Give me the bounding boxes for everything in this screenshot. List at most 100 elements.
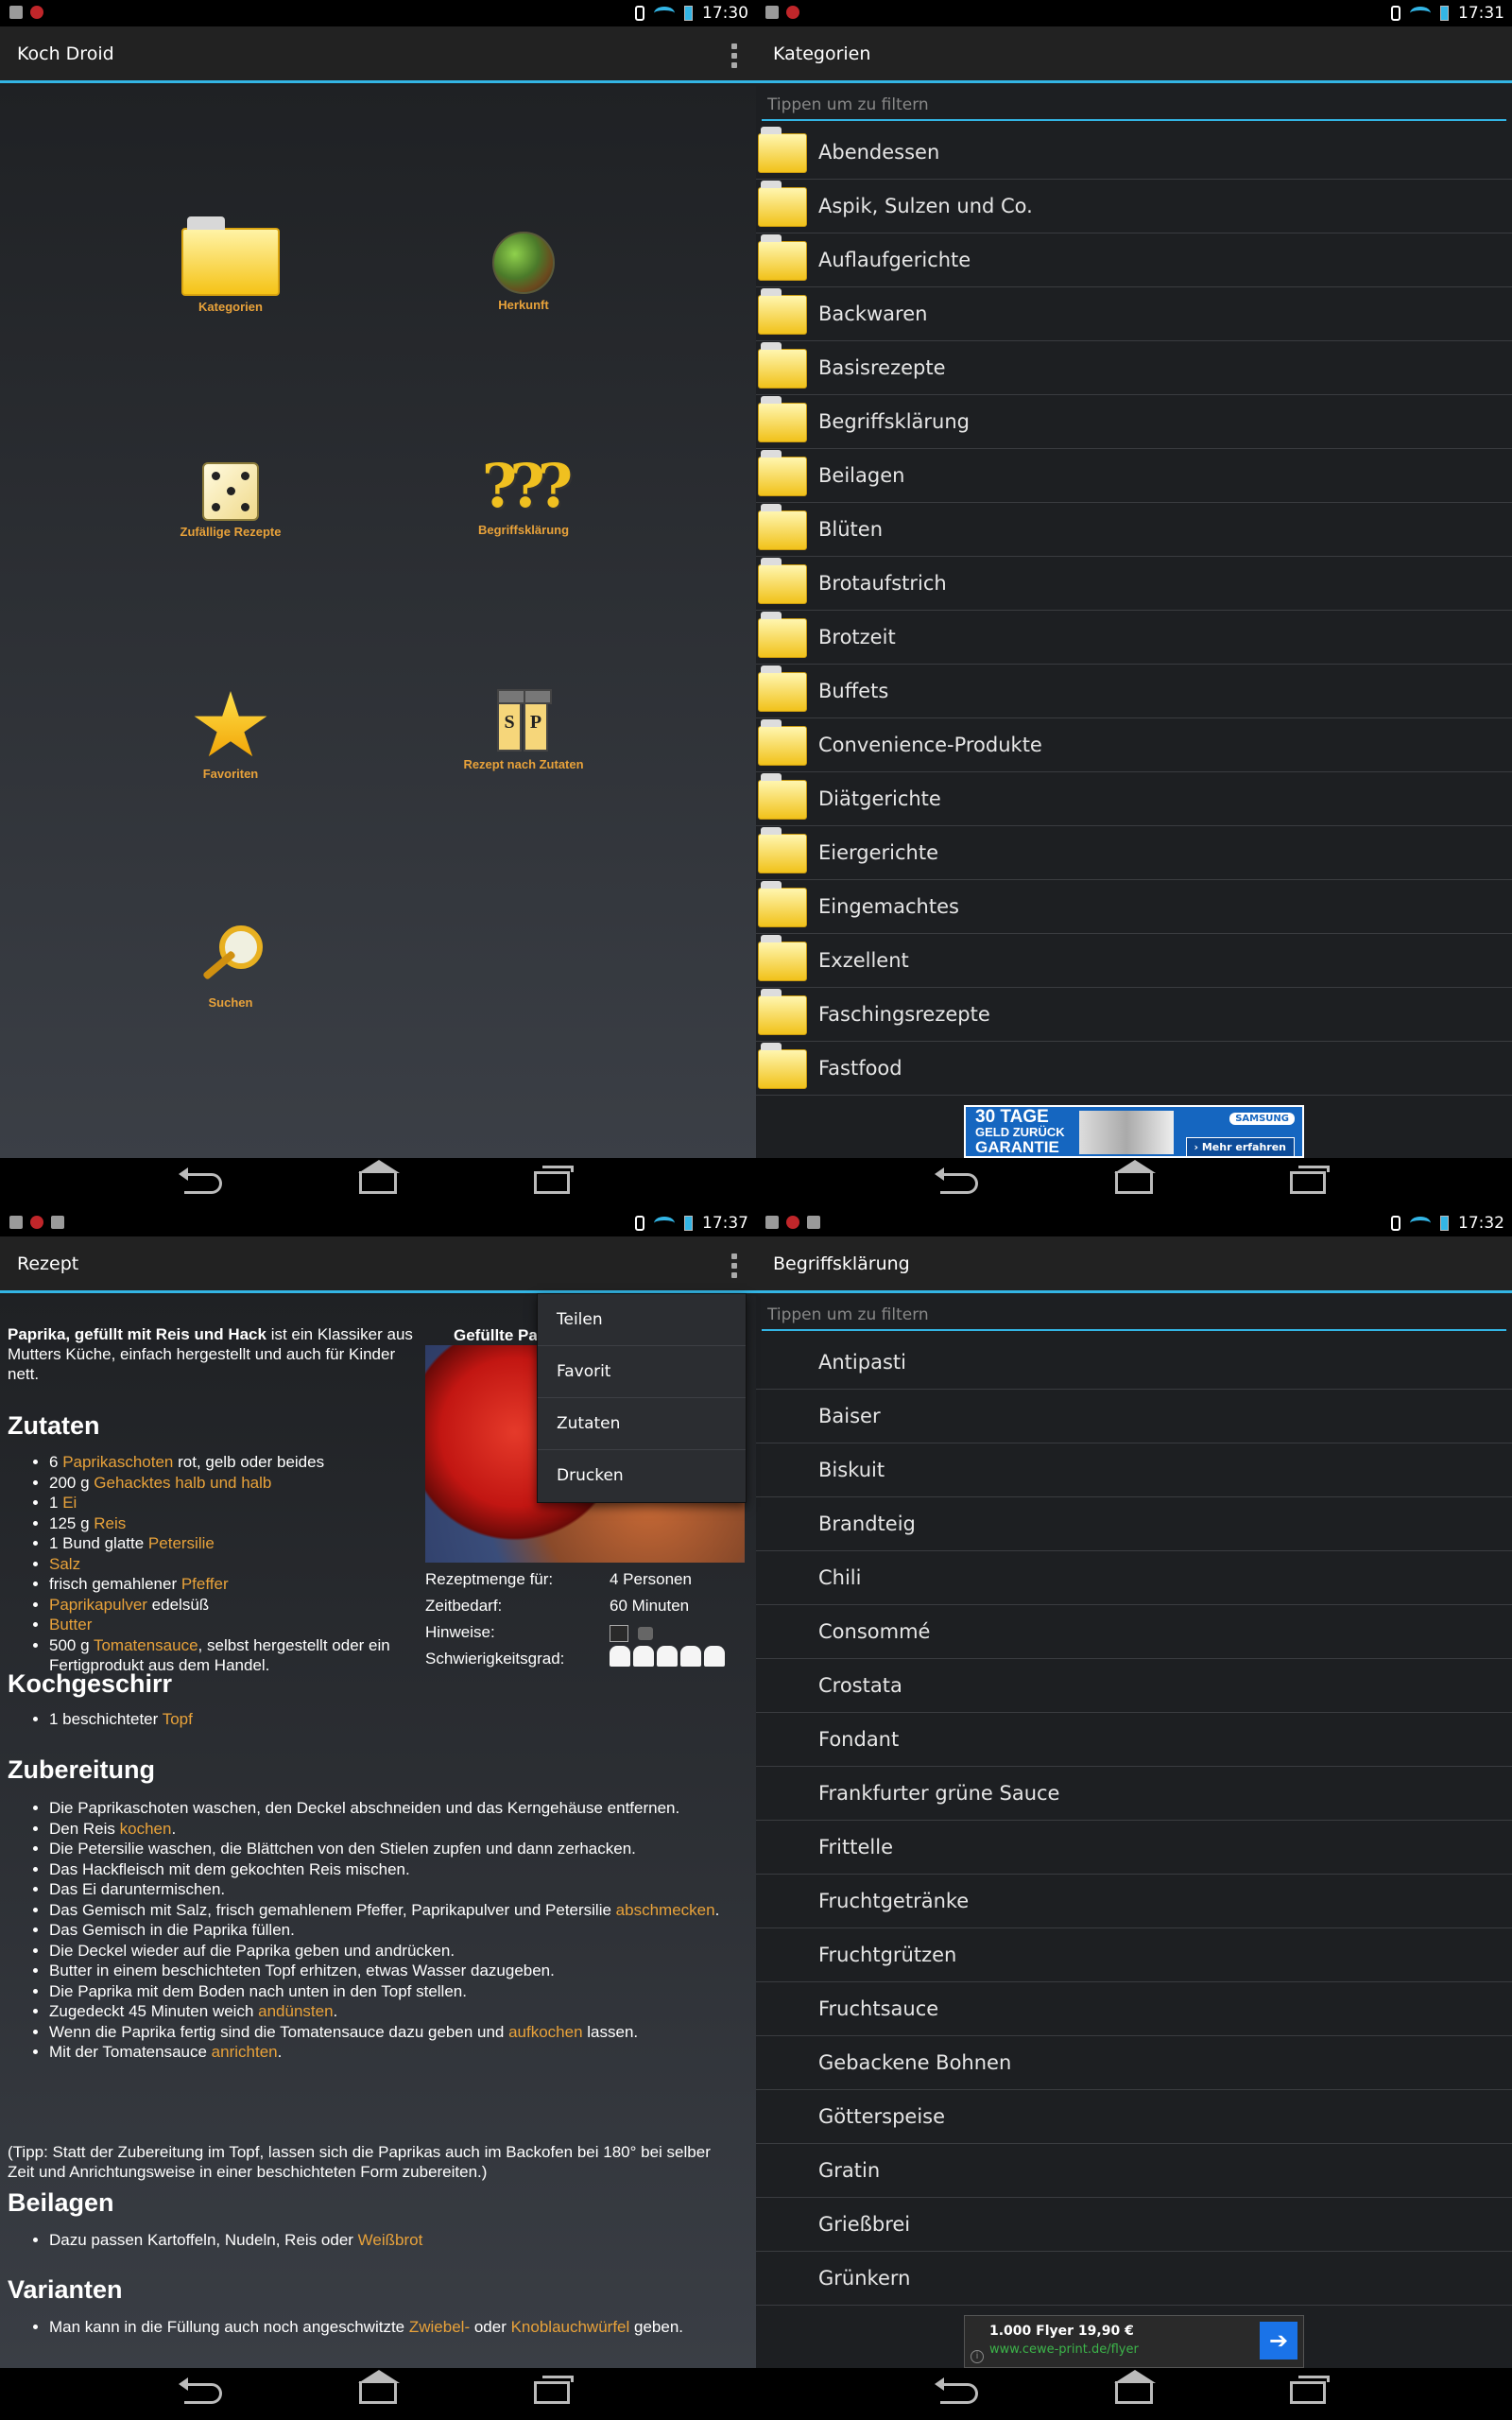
recipe-link[interactable]: Ei	[62, 1494, 77, 1512]
list-item[interactable]: Fondant	[756, 1713, 1512, 1767]
ad-arrow-icon[interactable]: ➔	[1260, 2322, 1297, 2360]
back-icon[interactable]	[935, 2377, 978, 2404]
home-icon[interactable]	[358, 1160, 400, 1194]
filter-field[interactable]	[762, 91, 1506, 121]
recent-apps-icon[interactable]	[534, 1166, 574, 1194]
list-item[interactable]: Frittelle	[756, 1821, 1512, 1875]
list-item[interactable]: Backwaren	[756, 287, 1512, 341]
list-item[interactable]: Chili	[756, 1551, 1512, 1605]
list-item[interactable]: Exzellent	[756, 934, 1512, 988]
ad-brand: SAMSUNG	[1229, 1113, 1295, 1125]
overflow-menu: Teilen Favorit Zutaten Drucken	[537, 1293, 747, 1503]
list-item[interactable]: Fruchtsauce	[756, 1982, 1512, 2036]
tile-kategorien[interactable]: Kategorien	[136, 216, 325, 314]
list-item[interactable]: Antipasti	[756, 1336, 1512, 1390]
list-item[interactable]: Crostata	[756, 1659, 1512, 1713]
recipe-link[interactable]: Reis	[94, 1514, 126, 1532]
list-item[interactable]: Begriffsklärung	[756, 395, 1512, 449]
list-item[interactable]: Diätgerichte	[756, 772, 1512, 826]
recent-apps-icon[interactable]	[1290, 1166, 1330, 1194]
list-item[interactable]: Basisrezepte	[756, 341, 1512, 395]
list-item[interactable]: Brotaufstrich	[756, 557, 1512, 611]
heading-zubereitung: Zubereitung	[8, 1755, 155, 1784]
back-icon[interactable]	[179, 2377, 222, 2404]
recipe-link[interactable]: Butter	[49, 1616, 92, 1634]
recipe-link[interactable]: Topf	[163, 1710, 193, 1728]
home-icon[interactable]	[1114, 2370, 1156, 2404]
menu-item-zutaten[interactable]: Zutaten	[538, 1398, 746, 1450]
list-item[interactable]: Beilagen	[756, 449, 1512, 503]
tile-zufaellige-rezepte[interactable]: Zufällige Rezepte	[136, 462, 325, 539]
recipe-link[interactable]: Salz	[49, 1555, 80, 1573]
list-item[interactable]: Aspik, Sulzen und Co.	[756, 180, 1512, 233]
menu-item-drucken[interactable]: Drucken	[538, 1450, 746, 1502]
list-item[interactable]: Blüten	[756, 503, 1512, 557]
back-icon[interactable]	[179, 1167, 222, 1194]
recipe-link[interactable]: anrichten	[212, 2043, 278, 2061]
recipe-link[interactable]: abschmecken	[616, 1901, 715, 1919]
list-item[interactable]: Auflaufgerichte	[756, 233, 1512, 287]
overflow-menu-icon[interactable]	[731, 43, 737, 68]
battery-icon	[1440, 1216, 1449, 1231]
list-item[interactable]: Gebackene Bohnen	[756, 2036, 1512, 2090]
menu-item-favorit[interactable]: Favorit	[538, 1346, 746, 1398]
cookware-list: 1 beschichteter Topf	[49, 1709, 711, 1730]
advertisement-banner[interactable]: 30 TAGE GELD ZURÜCK GARANTIE SAMSUNG › M…	[964, 1105, 1304, 1158]
recipe-link[interactable]: andünsten	[258, 2002, 333, 2020]
filter-input[interactable]	[762, 1301, 1506, 1329]
tile-favoriten[interactable]: Favoriten	[136, 691, 325, 781]
page-title: Koch Droid	[17, 43, 114, 64]
list-item[interactable]: Fruchtgrützen	[756, 1928, 1512, 1982]
list-item[interactable]: Abendessen	[756, 126, 1512, 180]
advertisement-banner[interactable]: i 1.000 Flyer 19,90 € www.cewe-print.de/…	[964, 2315, 1304, 2368]
back-icon[interactable]	[935, 1167, 978, 1194]
list-item[interactable]: Biskuit	[756, 1443, 1512, 1497]
list-item[interactable]: Götterspeise	[756, 2090, 1512, 2144]
list-item[interactable]: Grießbrei	[756, 2198, 1512, 2252]
star-icon	[194, 691, 267, 757]
tile-herkunft[interactable]: Herkunft	[429, 232, 618, 312]
tile-suchen[interactable]: Suchen	[136, 925, 325, 1010]
list-item[interactable]: Faschingsrezepte	[756, 988, 1512, 1042]
list-item[interactable]: Baiser	[756, 1390, 1512, 1443]
tile-rezept-nach-zutaten[interactable]: SP Rezept nach Zutaten	[429, 689, 618, 771]
recipe-link[interactable]: Zwiebel-	[409, 2318, 470, 2336]
recipe-link[interactable]: Weißbrot	[358, 2231, 423, 2249]
list-item[interactable]: Eiergerichte	[756, 826, 1512, 880]
recipe-link[interactable]: Knoblauchwürfel	[511, 2318, 630, 2336]
list-item[interactable]: Eingemachtes	[756, 880, 1512, 934]
recipe-link[interactable]: Pfeffer	[181, 1575, 229, 1593]
recipe-link[interactable]: Petersilie	[148, 1534, 215, 1552]
list-item[interactable]: Consommé	[756, 1605, 1512, 1659]
list-item[interactable]: Brandteig	[756, 1497, 1512, 1551]
list-item-label: Antipasti	[818, 1351, 906, 1374]
filter-input[interactable]	[762, 91, 1506, 119]
recent-apps-icon[interactable]	[1290, 2376, 1330, 2404]
list-item[interactable]: Grünkern	[756, 2252, 1512, 2306]
home-icon[interactable]	[1114, 1160, 1156, 1194]
overflow-menu-icon[interactable]	[731, 1253, 737, 1278]
list-item[interactable]: Brotzeit	[756, 611, 1512, 665]
recipe-link[interactable]: Paprikapulver	[49, 1596, 147, 1614]
list-item[interactable]: Fastfood	[756, 1042, 1512, 1096]
home-icon[interactable]	[358, 2370, 400, 2404]
filter-field[interactable]	[762, 1301, 1506, 1331]
list-item-label: Götterspeise	[818, 2105, 946, 2128]
recipe-link[interactable]: kochen	[120, 1820, 172, 1838]
list-item[interactable]: Buffets	[756, 665, 1512, 718]
list-item[interactable]: Convenience-Produkte	[756, 718, 1512, 772]
recipe-link[interactable]: Paprikaschoten	[62, 1453, 173, 1471]
ad-more-button[interactable]: › Mehr erfahren	[1185, 1137, 1295, 1157]
list-item[interactable]: Fruchtgetränke	[756, 1875, 1512, 1928]
recipe-link[interactable]: Gehacktes halb und halb	[94, 1474, 271, 1492]
folder-icon	[758, 342, 807, 389]
list-item: Die Paprika mit dem Boden nach unten in …	[49, 1981, 739, 2002]
list-item[interactable]: Frankfurter grüne Sauce	[756, 1767, 1512, 1821]
menu-item-teilen[interactable]: Teilen	[538, 1294, 746, 1346]
recipe-link[interactable]: aufkochen	[508, 2023, 582, 2041]
recent-apps-icon[interactable]	[534, 2376, 574, 2404]
tile-begriffsklaerung[interactable]: ??? Begriffsklärung	[429, 451, 618, 537]
list-item[interactable]: Gratin	[756, 2144, 1512, 2198]
recipe-link[interactable]: Tomatensauce	[94, 1636, 198, 1654]
ad-info-icon[interactable]: i	[971, 2350, 984, 2363]
